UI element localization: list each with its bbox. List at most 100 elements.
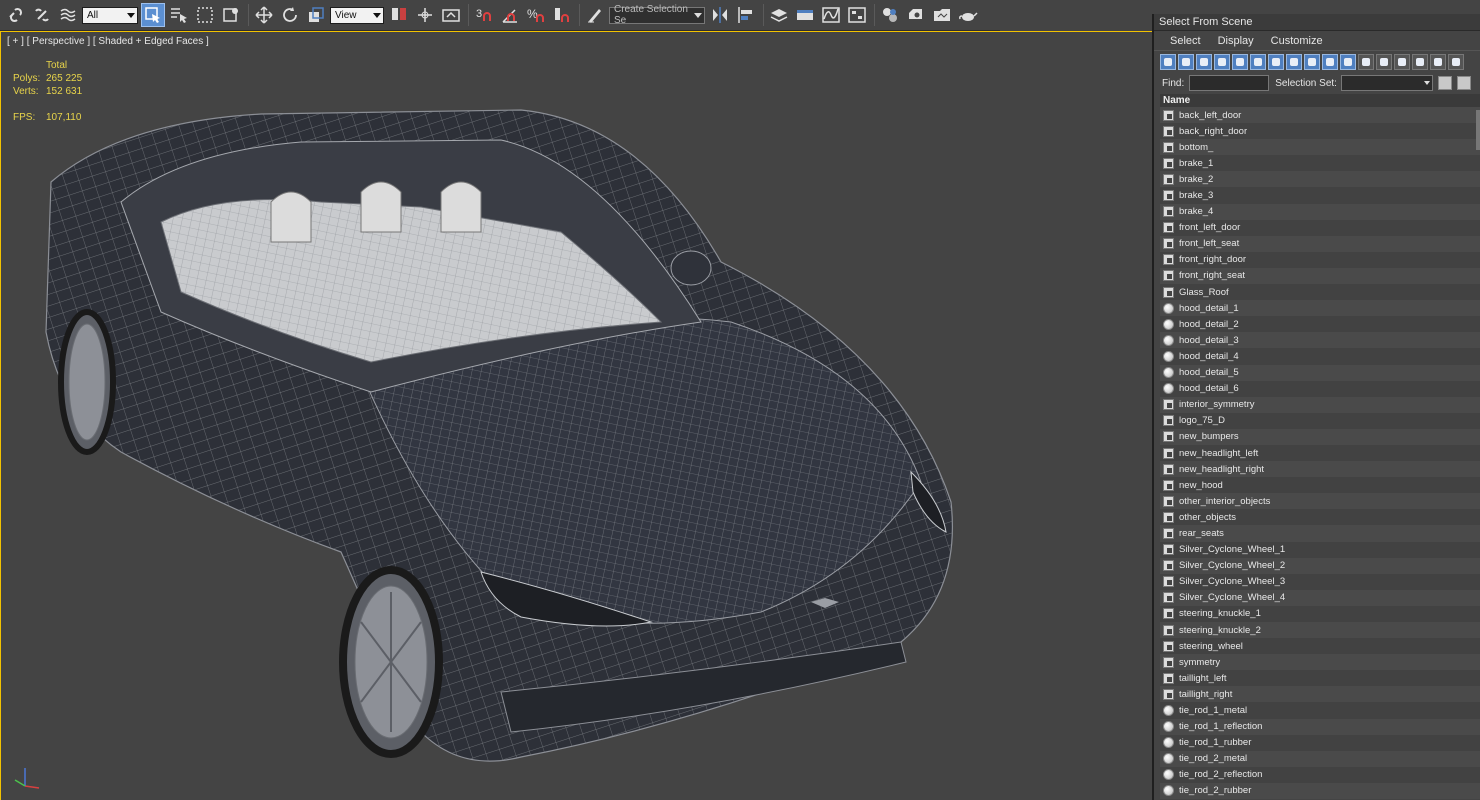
list-item[interactable]: front_right_seat — [1160, 267, 1480, 285]
list-item[interactable]: brake_1 — [1160, 155, 1480, 172]
filter-icon[interactable] — [1430, 54, 1446, 70]
perspective-viewport[interactable]: [ + ] [ Perspective ] [ Shaded + Edged F… — [0, 31, 1152, 800]
list-item[interactable]: hood_detail_2 — [1160, 316, 1480, 333]
display-containers-icon[interactable] — [1322, 54, 1338, 70]
list-item[interactable]: hood_detail_4 — [1160, 348, 1480, 365]
list-item[interactable]: front_right_door — [1160, 251, 1480, 268]
column-header-name[interactable]: Name — [1160, 94, 1480, 107]
reference-coord-dropdown[interactable]: View — [330, 6, 384, 24]
invert-display-icon[interactable] — [1412, 54, 1428, 70]
move-icon[interactable] — [252, 3, 276, 27]
list-item[interactable]: interior_symmetry — [1160, 396, 1480, 413]
list-item[interactable]: steering_knuckle_1 — [1160, 605, 1480, 622]
snap-3d-icon[interactable]: 3 — [472, 3, 496, 27]
list-item[interactable]: hood_detail_6 — [1160, 380, 1480, 397]
display-frozen-icon[interactable] — [1340, 54, 1356, 70]
edit-named-selection-icon[interactable] — [583, 3, 607, 27]
display-geometry-icon[interactable] — [1160, 54, 1176, 70]
display-hidden-icon[interactable] — [1358, 54, 1374, 70]
display-xrefs-icon[interactable] — [1286, 54, 1302, 70]
unlink-icon[interactable] — [30, 3, 54, 27]
list-item[interactable]: brake_2 — [1160, 171, 1480, 188]
list-item[interactable]: other_interior_objects — [1160, 493, 1480, 510]
display-none-icon[interactable] — [1394, 54, 1410, 70]
list-item[interactable]: tie_rod_1_reflection — [1160, 718, 1480, 735]
edit-selection-set-icon[interactable] — [1456, 76, 1471, 90]
list-item[interactable]: brake_4 — [1160, 203, 1480, 220]
list-item[interactable]: steering_wheel — [1160, 638, 1480, 655]
display-shapes-icon[interactable] — [1178, 54, 1194, 70]
list-item[interactable]: tie_rod_2_metal — [1160, 750, 1480, 767]
list-item[interactable]: Silver_Cyclone_Wheel_2 — [1160, 557, 1480, 574]
schematic-view-icon[interactable] — [845, 3, 869, 27]
display-spacewarps-icon[interactable] — [1250, 54, 1266, 70]
render-setup-icon[interactable] — [904, 3, 928, 27]
scale-icon[interactable] — [304, 3, 328, 27]
list-item[interactable]: front_left_seat — [1160, 235, 1480, 252]
window-crossing-icon[interactable] — [219, 3, 243, 27]
list-item[interactable]: new_headlight_right — [1160, 461, 1480, 478]
list-item[interactable]: new_hood — [1160, 477, 1480, 494]
list-item[interactable]: tie_rod_2_rubber — [1160, 782, 1480, 800]
display-lights-icon[interactable] — [1196, 54, 1212, 70]
list-item[interactable]: Silver_Cyclone_Wheel_3 — [1160, 573, 1480, 590]
list-item[interactable]: steering_knuckle_2 — [1160, 622, 1480, 639]
spinner-snap-icon[interactable] — [550, 3, 574, 27]
rotate-icon[interactable] — [278, 3, 302, 27]
list-item[interactable]: tie_rod_2_reflection — [1160, 766, 1480, 783]
list-item[interactable]: rear_seats — [1160, 525, 1480, 542]
list-item[interactable]: taillight_right — [1160, 686, 1480, 703]
menu-select[interactable]: Select — [1170, 35, 1201, 47]
menu-display[interactable]: Display — [1218, 35, 1254, 47]
pivot-center-icon[interactable] — [387, 3, 411, 27]
mirror-icon[interactable] — [708, 3, 732, 27]
keyboard-shortcut-icon[interactable] — [439, 3, 463, 27]
layer-explorer-icon[interactable] — [767, 3, 791, 27]
create-selection-set-icon[interactable] — [1437, 76, 1452, 90]
select-by-name-icon[interactable] — [167, 3, 191, 27]
find-input[interactable] — [1189, 75, 1270, 91]
display-all-icon[interactable] — [1376, 54, 1392, 70]
display-cameras-icon[interactable] — [1214, 54, 1230, 70]
list-item[interactable]: front_left_door — [1160, 219, 1480, 236]
render-teapot-icon[interactable] — [956, 3, 980, 27]
list-item[interactable]: taillight_left — [1160, 670, 1480, 687]
selection-set-dropdown[interactable] — [1340, 75, 1433, 91]
list-item[interactable]: Silver_Cyclone_Wheel_1 — [1160, 541, 1480, 558]
list-scrollbar[interactable] — [1476, 110, 1480, 150]
toggle-ribbon-icon[interactable] — [793, 3, 817, 27]
angle-snap-icon[interactable] — [498, 3, 522, 27]
rendered-frame-icon[interactable] — [930, 3, 954, 27]
list-item[interactable]: brake_3 — [1160, 187, 1480, 204]
rect-selection-icon[interactable] — [193, 3, 217, 27]
list-item[interactable]: Glass_Roof — [1160, 284, 1480, 301]
list-item[interactable]: hood_detail_1 — [1160, 300, 1480, 317]
list-item[interactable]: back_right_door — [1160, 123, 1480, 140]
named-selection-set-dropdown[interactable]: Create Selection Se — [609, 4, 705, 26]
list-item[interactable]: tie_rod_1_metal — [1160, 702, 1480, 719]
list-item[interactable]: symmetry — [1160, 654, 1480, 671]
select-manipulate-icon[interactable] — [413, 3, 437, 27]
panel-title[interactable]: Select From Scene — [1154, 14, 1480, 31]
list-item[interactable]: back_left_door — [1160, 107, 1480, 124]
display-bones-icon[interactable] — [1304, 54, 1320, 70]
material-editor-icon[interactable] — [878, 3, 902, 27]
viewport-label[interactable]: [ + ] [ Perspective ] [ Shaded + Edged F… — [7, 36, 209, 47]
bind-spacewarp-icon[interactable] — [56, 3, 80, 27]
list-item[interactable]: hood_detail_5 — [1160, 364, 1480, 381]
display-helpers-icon[interactable] — [1232, 54, 1248, 70]
align-icon[interactable] — [734, 3, 758, 27]
selection-filter-dropdown[interactable]: All — [82, 6, 138, 24]
list-item[interactable]: hood_detail_3 — [1160, 332, 1480, 349]
display-groups-icon[interactable] — [1268, 54, 1284, 70]
select-object-icon[interactable] — [141, 3, 165, 27]
list-item[interactable]: new_bumpers — [1160, 428, 1480, 445]
list-item[interactable]: tie_rod_1_rubber — [1160, 734, 1480, 751]
menu-customize[interactable]: Customize — [1271, 35, 1323, 47]
link-icon[interactable] — [4, 3, 28, 27]
curve-editor-icon[interactable] — [819, 3, 843, 27]
list-item[interactable]: logo_75_D — [1160, 412, 1480, 429]
percent-snap-icon[interactable]: % — [524, 3, 548, 27]
filter-options-icon[interactable] — [1448, 54, 1464, 70]
list-item[interactable]: other_objects — [1160, 509, 1480, 526]
